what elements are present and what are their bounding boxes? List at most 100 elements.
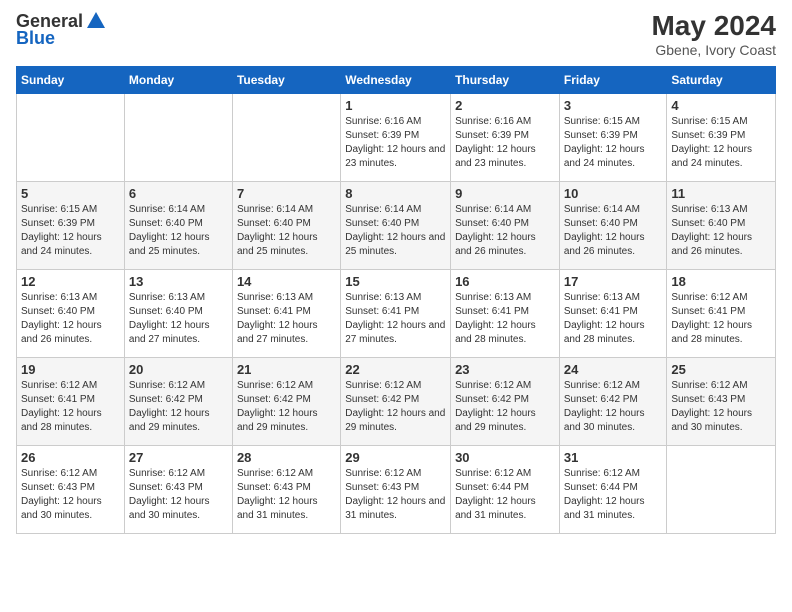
table-row: 22 Sunrise: 6:12 AMSunset: 6:42 PMDayligh… bbox=[341, 358, 451, 446]
day-number: 5 bbox=[21, 186, 120, 201]
table-row: 7 Sunrise: 6:14 AMSunset: 6:40 PMDaylight… bbox=[232, 182, 340, 270]
day-number: 9 bbox=[455, 186, 555, 201]
day-info: Sunrise: 6:14 AMSunset: 6:40 PMDaylight:… bbox=[345, 203, 446, 259]
table-row: 16Sunrise: 6:13 AMSunset: 6:41 PMDayligh… bbox=[451, 270, 560, 358]
table-row: 25 Sunrise: 6:12 AMSunset: 6:43 PMDayligh… bbox=[667, 358, 776, 446]
day-info: Sunrise: 6:15 AMSunset: 6:39 PMDaylight:… bbox=[21, 203, 120, 259]
table-row: 15 Sunrise: 6:13 AMSunset: 6:41 PMDayligh… bbox=[341, 270, 451, 358]
table-row: 13 Sunrise: 6:13 AMSunset: 6:40 PMDayligh… bbox=[124, 270, 232, 358]
day-info: Sunrise: 6:12 AMSunset: 6:43 PMDaylight:… bbox=[237, 467, 336, 523]
calendar-week-row: 5 Sunrise: 6:15 AMSunset: 6:39 PMDaylight… bbox=[17, 182, 776, 270]
table-row bbox=[124, 94, 232, 182]
col-thursday: Thursday bbox=[451, 67, 560, 94]
table-row: 19Sunrise: 6:12 AMSunset: 6:41 PMDayligh… bbox=[17, 358, 125, 446]
day-number: 15 bbox=[345, 274, 446, 289]
day-info: Sunrise: 6:13 AMSunset: 6:40 PMDaylight:… bbox=[21, 291, 120, 347]
table-row: 9 Sunrise: 6:14 AMSunset: 6:40 PMDaylight… bbox=[451, 182, 560, 270]
table-row: 5 Sunrise: 6:15 AMSunset: 6:39 PMDaylight… bbox=[17, 182, 125, 270]
day-number: 12 bbox=[21, 274, 120, 289]
day-info: Sunrise: 6:12 AMSunset: 6:42 PMDaylight:… bbox=[455, 379, 555, 435]
day-number: 20 bbox=[129, 362, 228, 377]
day-info: Sunrise: 6:12 AMSunset: 6:43 PMDaylight:… bbox=[345, 467, 446, 523]
table-row: 1Sunrise: 6:16 AMSunset: 6:39 PMDaylight… bbox=[341, 94, 451, 182]
day-info: Sunrise: 6:13 AMSunset: 6:40 PMDaylight:… bbox=[671, 203, 771, 259]
col-friday: Friday bbox=[559, 67, 667, 94]
day-number: 18 bbox=[671, 274, 771, 289]
table-row: 28Sunrise: 6:12 AMSunset: 6:43 PMDayligh… bbox=[232, 446, 340, 534]
day-number: 26 bbox=[21, 450, 120, 465]
day-info: Sunrise: 6:16 AMSunset: 6:39 PMDaylight:… bbox=[455, 115, 555, 171]
logo-icon bbox=[85, 10, 107, 32]
day-number: 2 bbox=[455, 98, 555, 113]
table-row: 10 Sunrise: 6:14 AMSunset: 6:40 PMDayligh… bbox=[559, 182, 667, 270]
table-row: 8 Sunrise: 6:14 AMSunset: 6:40 PMDaylight… bbox=[341, 182, 451, 270]
calendar-week-row: 1 Sunrise: 6:16 AMSunset: 6:39 PMDaylight… bbox=[17, 94, 776, 182]
day-number: 17 bbox=[564, 274, 663, 289]
month-year: May 2024 bbox=[651, 10, 776, 42]
calendar-week-row: 19Sunrise: 6:12 AMSunset: 6:41 PMDayligh… bbox=[17, 358, 776, 446]
table-row bbox=[667, 446, 776, 534]
header: General Blue May 2024 Gbene, Ivory Coast bbox=[16, 10, 776, 58]
day-number: 23 bbox=[455, 362, 555, 377]
table-row: 3 Sunrise: 6:15 AMSunset: 6:39 PMDaylight… bbox=[559, 94, 667, 182]
day-info: Sunrise: 6:12 AMSunset: 6:42 PMDaylight:… bbox=[237, 379, 336, 435]
day-number: 10 bbox=[564, 186, 663, 201]
day-info: Sunrise: 6:13 AMSunset: 6:40 PMDaylight:… bbox=[129, 291, 228, 347]
calendar-week-row: 26 Sunrise: 6:12 AMSunset: 6:43 PMDayligh… bbox=[17, 446, 776, 534]
table-row: 26 Sunrise: 6:12 AMSunset: 6:43 PMDayligh… bbox=[17, 446, 125, 534]
table-row: 6 Sunrise: 6:14 AMSunset: 6:40 PMDaylight… bbox=[124, 182, 232, 270]
table-row: 2 Sunrise: 6:16 AMSunset: 6:39 PMDaylight… bbox=[451, 94, 560, 182]
day-info: Sunrise: 6:15 AMSunset: 6:39 PMDaylight:… bbox=[671, 115, 771, 171]
day-info: Sunrise: 6:14 AMSunset: 6:40 PMDaylight:… bbox=[455, 203, 555, 259]
day-info: Sunrise: 6:12 AMSunset: 6:41 PMDaylight:… bbox=[671, 291, 771, 347]
day-info: Sunrise: 6:14 AMSunset: 6:40 PMDaylight:… bbox=[129, 203, 228, 259]
day-info: Sunrise: 6:14 AMSunset: 6:40 PMDaylight:… bbox=[564, 203, 663, 259]
day-info: Sunrise: 6:12 AMSunset: 6:43 PMDaylight:… bbox=[21, 467, 120, 523]
calendar-week-row: 12 Sunrise: 6:13 AMSunset: 6:40 PMDayligh… bbox=[17, 270, 776, 358]
day-number: 3 bbox=[564, 98, 663, 113]
day-number: 24 bbox=[564, 362, 663, 377]
day-info: Sunrise: 6:12 AMSunset: 6:44 PMDaylight:… bbox=[455, 467, 555, 523]
day-number: 21 bbox=[237, 362, 336, 377]
day-number: 11 bbox=[671, 186, 771, 201]
day-info: Sunrise: 6:12 AMSunset: 6:42 PMDaylight:… bbox=[345, 379, 446, 435]
day-number: 25 bbox=[671, 362, 771, 377]
table-row: 11 Sunrise: 6:13 AMSunset: 6:40 PMDayligh… bbox=[667, 182, 776, 270]
day-info: Sunrise: 6:14 AMSunset: 6:40 PMDaylight:… bbox=[237, 203, 336, 259]
day-number: 6 bbox=[129, 186, 228, 201]
calendar-table: Sunday Monday Tuesday Wednesday Thursday… bbox=[16, 66, 776, 534]
col-wednesday: Wednesday bbox=[341, 67, 451, 94]
day-number: 22 bbox=[345, 362, 446, 377]
day-info: Sunrise: 6:13 AMSunset: 6:41 PMDaylight:… bbox=[455, 291, 555, 347]
table-row bbox=[232, 94, 340, 182]
day-number: 13 bbox=[129, 274, 228, 289]
day-number: 19 bbox=[21, 362, 120, 377]
location: Gbene, Ivory Coast bbox=[651, 42, 776, 58]
table-row: 4Sunrise: 6:15 AMSunset: 6:39 PMDaylight… bbox=[667, 94, 776, 182]
day-info: Sunrise: 6:12 AMSunset: 6:42 PMDaylight:… bbox=[564, 379, 663, 435]
day-info: Sunrise: 6:12 AMSunset: 6:42 PMDaylight:… bbox=[129, 379, 228, 435]
col-saturday: Saturday bbox=[667, 67, 776, 94]
day-number: 29 bbox=[345, 450, 446, 465]
day-number: 7 bbox=[237, 186, 336, 201]
table-row: 24 Sunrise: 6:12 AMSunset: 6:42 PMDayligh… bbox=[559, 358, 667, 446]
col-monday: Monday bbox=[124, 67, 232, 94]
day-number: 31 bbox=[564, 450, 663, 465]
table-row: 27Sunrise: 6:12 AMSunset: 6:43 PMDayligh… bbox=[124, 446, 232, 534]
table-row: 31 Sunrise: 6:12 AMSunset: 6:44 PMDayligh… bbox=[559, 446, 667, 534]
day-number: 1 bbox=[345, 98, 446, 113]
table-row: 21 Sunrise: 6:12 AMSunset: 6:42 PMDayligh… bbox=[232, 358, 340, 446]
table-row: 30Sunrise: 6:12 AMSunset: 6:44 PMDayligh… bbox=[451, 446, 560, 534]
day-number: 14 bbox=[237, 274, 336, 289]
table-row: 18 Sunrise: 6:12 AMSunset: 6:41 PMDayligh… bbox=[667, 270, 776, 358]
col-sunday: Sunday bbox=[17, 67, 125, 94]
day-info: Sunrise: 6:12 AMSunset: 6:44 PMDaylight:… bbox=[564, 467, 663, 523]
table-row: 17Sunrise: 6:13 AMSunset: 6:41 PMDayligh… bbox=[559, 270, 667, 358]
day-info: Sunrise: 6:12 AMSunset: 6:43 PMDaylight:… bbox=[671, 379, 771, 435]
table-row: 14 Sunrise: 6:13 AMSunset: 6:41 PMDayligh… bbox=[232, 270, 340, 358]
day-info: Sunrise: 6:13 AMSunset: 6:41 PMDaylight:… bbox=[237, 291, 336, 347]
day-number: 8 bbox=[345, 186, 446, 201]
day-info: Sunrise: 6:13 AMSunset: 6:41 PMDaylight:… bbox=[345, 291, 446, 347]
day-info: Sunrise: 6:15 AMSunset: 6:39 PMDaylight:… bbox=[564, 115, 663, 171]
logo: General Blue bbox=[16, 10, 107, 49]
